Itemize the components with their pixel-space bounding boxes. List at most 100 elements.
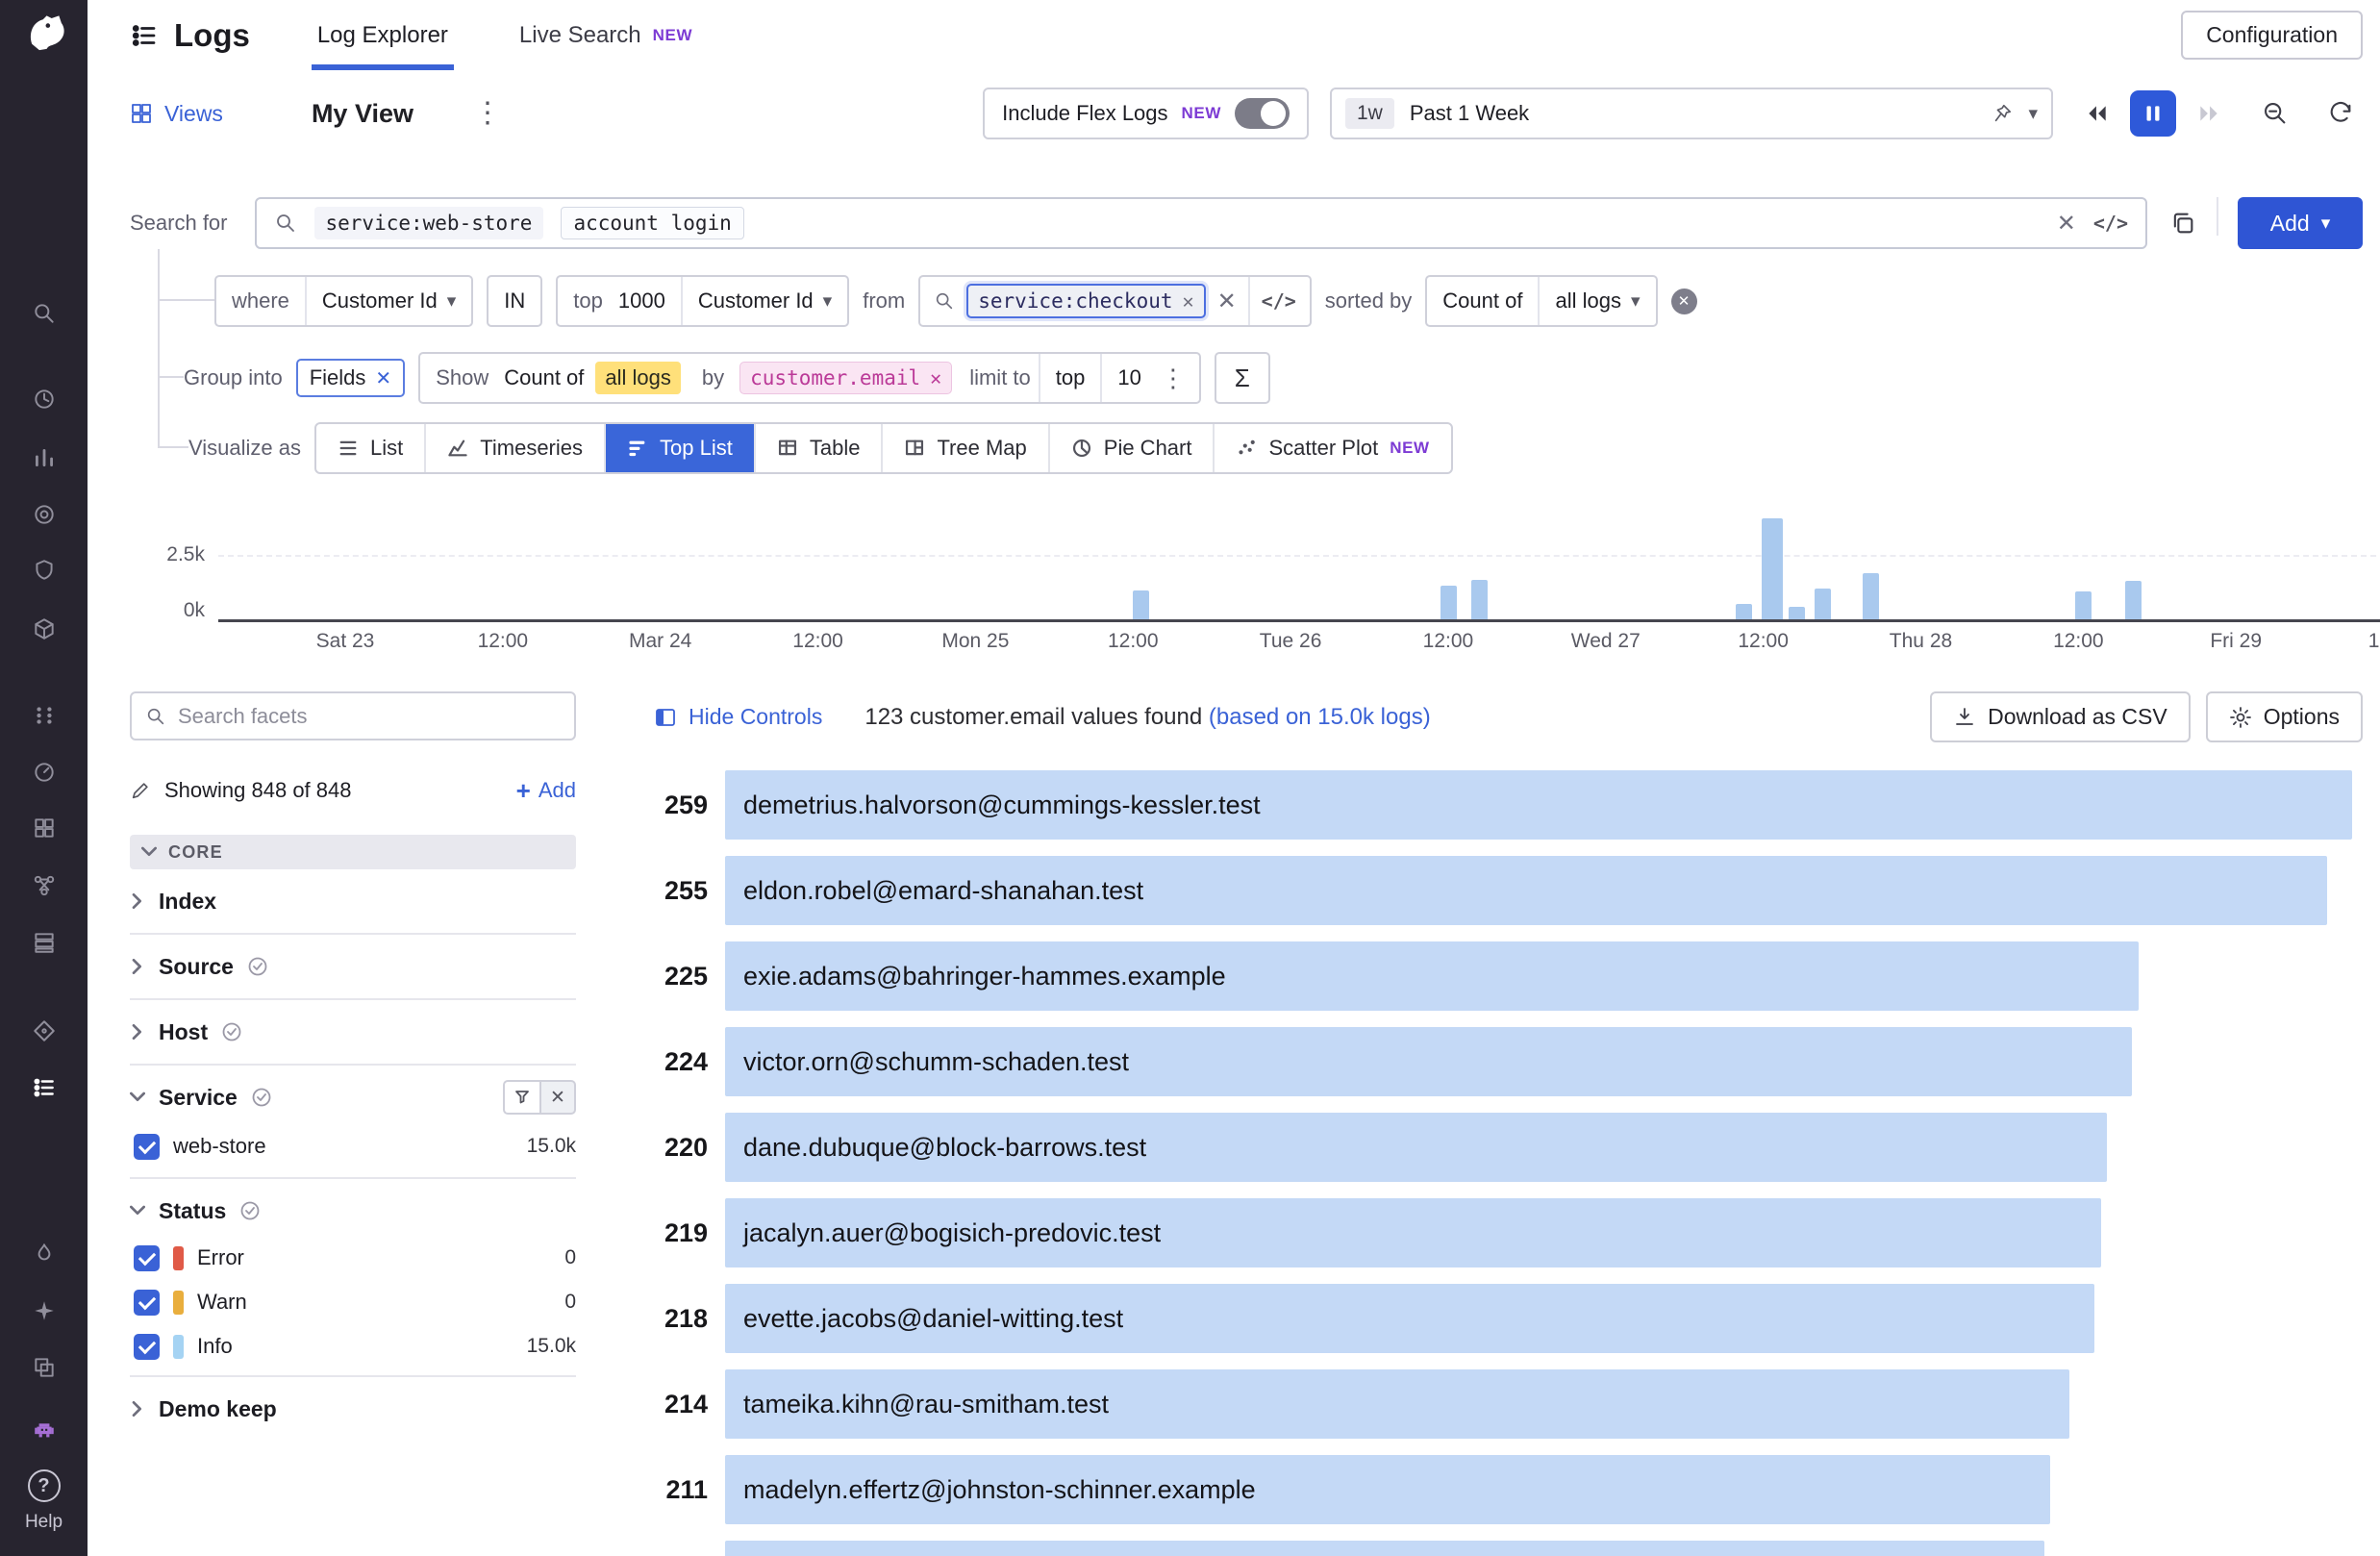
timeline-bar[interactable] bbox=[2075, 591, 2092, 619]
viz-option-pie-chart[interactable]: Pie Chart bbox=[1048, 424, 1214, 472]
timeline-bar[interactable] bbox=[1863, 573, 1879, 619]
zoom-out-icon[interactable] bbox=[2253, 91, 2297, 136]
toplist-bar[interactable]: donnie.wundt@nolan-beyer.example bbox=[725, 1541, 2044, 1556]
facet-status[interactable]: Status bbox=[130, 1189, 576, 1233]
code-view-icon[interactable]: </> bbox=[2093, 212, 2128, 235]
nav-metrics-icon[interactable] bbox=[32, 445, 57, 470]
timeline-bar[interactable] bbox=[1815, 589, 1831, 619]
nav-security-icon[interactable] bbox=[32, 558, 57, 583]
time-range-picker[interactable]: 1w Past 1 Week ▾ bbox=[1330, 88, 2053, 139]
nav-bits-invader-icon[interactable] bbox=[32, 1419, 57, 1444]
nav-history-icon[interactable] bbox=[32, 387, 57, 412]
facet-service[interactable]: Service ✕ bbox=[130, 1075, 576, 1119]
nav-profiling-icon[interactable] bbox=[32, 1242, 57, 1267]
where-field-dropdown[interactable]: Customer Id ▾ bbox=[307, 277, 471, 325]
search-token[interactable]: account login bbox=[561, 207, 743, 239]
flex-logs-toggle[interactable] bbox=[1235, 98, 1290, 129]
operator-box[interactable]: IN bbox=[487, 275, 542, 327]
hide-controls-button[interactable]: Hide Controls bbox=[654, 704, 822, 730]
show-target[interactable]: all logs bbox=[589, 354, 695, 402]
remove-token-icon[interactable]: ✕ bbox=[930, 366, 941, 389]
show-fn[interactable]: Count of bbox=[504, 354, 589, 402]
fast-forward-button[interactable] bbox=[2186, 90, 2232, 137]
facet-search-input[interactable] bbox=[178, 704, 561, 729]
log-search-input[interactable]: service:web-store account login ✕ </> bbox=[255, 197, 2148, 249]
add-facet-button[interactable]: + Add bbox=[516, 776, 576, 806]
facet-host[interactable]: Host bbox=[130, 1010, 576, 1054]
add-button[interactable]: Add ▾ bbox=[2238, 197, 2363, 249]
toplist-bar[interactable]: evette.jacobs@daniel-witting.test bbox=[725, 1284, 2094, 1353]
viz-option-tree-map[interactable]: Tree Map bbox=[881, 424, 1047, 472]
limit-value[interactable]: 10 bbox=[1102, 354, 1156, 402]
timeline-bar[interactable] bbox=[1736, 604, 1752, 619]
from-token[interactable]: service:checkout ✕ bbox=[966, 284, 1205, 318]
facet-demo-keep[interactable]: Demo keep bbox=[130, 1387, 576, 1431]
nav-dashboards-icon[interactable] bbox=[32, 816, 57, 841]
toplist-bar[interactable]: dane.dubuque@block-barrows.test bbox=[725, 1113, 2107, 1182]
checkbox-checked[interactable] bbox=[134, 1245, 160, 1271]
nav-infrastructure-icon[interactable] bbox=[32, 616, 57, 641]
toplist-bar[interactable]: jacalyn.auer@bogisich-predovic.test bbox=[725, 1198, 2101, 1267]
facet-value-row[interactable]: Info 15.0k bbox=[130, 1327, 576, 1366]
summary-note-link[interactable]: (based on 15.0k logs) bbox=[1209, 704, 1431, 730]
download-csv-button[interactable]: Download as CSV bbox=[1930, 691, 2191, 742]
toplist-bar[interactable]: demetrius.halvorson@cummings-kessler.tes… bbox=[725, 770, 2352, 840]
nav-assistant-icon[interactable] bbox=[32, 1298, 57, 1323]
top-field-dropdown[interactable]: Customer Id ▾ bbox=[683, 277, 847, 325]
sorted-fn[interactable]: Count of bbox=[1427, 277, 1538, 325]
from-search-box[interactable]: service:checkout ✕ ✕ </> bbox=[918, 275, 1312, 327]
timeline-bar[interactable] bbox=[1471, 580, 1488, 619]
facet-search[interactable] bbox=[130, 691, 576, 740]
timeline-bar[interactable] bbox=[1762, 518, 1783, 619]
toplist-bar[interactable]: tameika.kihn@rau-smitham.test bbox=[725, 1369, 2069, 1439]
nav-apm-icon[interactable] bbox=[32, 760, 57, 785]
pencil-icon[interactable] bbox=[130, 780, 151, 801]
top-value[interactable]: 1000 bbox=[618, 277, 681, 325]
clear-search-icon[interactable]: ✕ bbox=[2057, 210, 2076, 238]
nav-search-icon[interactable] bbox=[32, 301, 57, 326]
viz-option-top-list[interactable]: Top List bbox=[604, 424, 754, 472]
refresh-icon[interactable] bbox=[2318, 91, 2363, 136]
pin-icon[interactable] bbox=[1992, 103, 2013, 124]
nav-processes-icon[interactable] bbox=[32, 703, 57, 728]
toplist-bar[interactable]: exie.adams@bahringer-hammes.example bbox=[725, 941, 2139, 1011]
facet-source[interactable]: Source bbox=[130, 944, 576, 989]
sorted-target-dropdown[interactable]: all logs ▾ bbox=[1540, 277, 1655, 325]
viz-option-scatter-plot[interactable]: Scatter Plot NEW bbox=[1213, 424, 1450, 472]
toplist-bar[interactable]: madelyn.effertz@johnston-schinner.exampl… bbox=[725, 1455, 2050, 1524]
group-options-kebab[interactable]: ⋮ bbox=[1161, 365, 1186, 390]
remove-token-icon[interactable]: ✕ bbox=[1183, 289, 1194, 313]
facet-group-core[interactable]: CORE bbox=[130, 835, 576, 869]
datadog-logo[interactable] bbox=[22, 10, 66, 60]
facet-value-row[interactable]: Error 0 bbox=[130, 1239, 576, 1277]
facet-value-row[interactable]: Warn 0 bbox=[130, 1283, 576, 1321]
view-menu-kebab[interactable]: ⋮ bbox=[473, 99, 502, 128]
timeline-plot[interactable]: 2.5k 0k bbox=[218, 505, 2380, 622]
viz-option-timeseries[interactable]: Timeseries bbox=[424, 424, 604, 472]
limit-dir[interactable]: top bbox=[1040, 354, 1101, 402]
clear-filter-icon[interactable]: ✕ bbox=[539, 1080, 576, 1115]
checkbox-checked[interactable] bbox=[134, 1134, 160, 1160]
nav-watchdog-icon[interactable] bbox=[32, 502, 57, 527]
timeline-bar[interactable] bbox=[1441, 586, 1457, 619]
toplist-bar[interactable]: eldon.robel@emard-shanahan.test bbox=[725, 856, 2327, 925]
timeline-bar[interactable] bbox=[2125, 581, 2142, 619]
nav-synthetics-icon[interactable] bbox=[32, 1018, 57, 1043]
by-token[interactable]: customer.email ✕ bbox=[739, 362, 952, 394]
viz-option-table[interactable]: Table bbox=[754, 424, 882, 472]
aggregate-sigma-button[interactable]: Σ bbox=[1215, 352, 1270, 404]
nav-workflows-icon[interactable] bbox=[32, 1355, 57, 1380]
viz-option-list[interactable]: List bbox=[316, 424, 424, 472]
code-view-icon[interactable]: </> bbox=[1262, 289, 1296, 313]
copy-icon[interactable] bbox=[2161, 201, 2205, 245]
remove-clause-icon[interactable]: ✕ bbox=[1671, 289, 1697, 314]
clear-icon[interactable]: ✕ bbox=[1217, 288, 1237, 315]
tab-live-search[interactable]: Live Search NEW bbox=[514, 0, 698, 70]
views-button[interactable]: Views bbox=[130, 101, 223, 127]
nav-logs-icon[interactable] bbox=[32, 1075, 57, 1100]
filter-icon[interactable] bbox=[503, 1080, 539, 1115]
toplist-bar[interactable]: victor.orn@schumm-schaden.test bbox=[725, 1027, 2132, 1096]
rewind-button[interactable] bbox=[2074, 90, 2120, 137]
timeline-bar[interactable] bbox=[1133, 590, 1149, 619]
nav-help[interactable]: ? Help bbox=[0, 1469, 88, 1533]
